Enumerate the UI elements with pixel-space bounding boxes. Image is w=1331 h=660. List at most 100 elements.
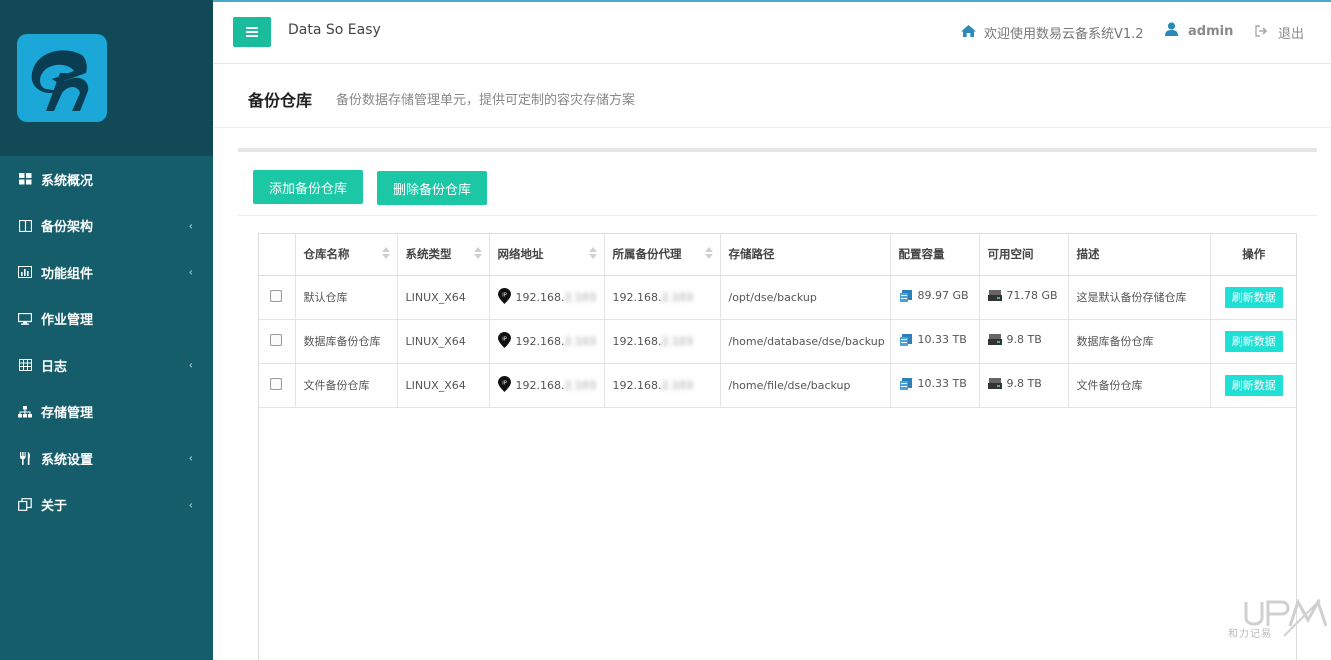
ip-pin-icon: IP [497, 375, 511, 395]
brand-name: Data So Easy [288, 22, 381, 38]
welcome-text: 欢迎使用数易云备系统V1.2 [984, 27, 1144, 42]
table-row[interactable]: 数据库备份仓库 LINUX_X64 IP 192.168. 2.103 192.16… [259, 319, 1297, 364]
watermark-text: 和力记易 [1228, 629, 1272, 640]
cell-os: LINUX_X64 [397, 363, 490, 408]
row-checkbox-cell [259, 319, 296, 364]
refresh-data-button[interactable]: 刷新数据 [1224, 286, 1283, 308]
header-name[interactable]: 仓库名称 [295, 234, 398, 276]
logo-glyph [31, 50, 89, 111]
cell-capacity: 89.97 GB [890, 275, 980, 320]
row-checkbox[interactable] [270, 289, 282, 302]
user-icon [1165, 22, 1178, 40]
utensils-icon [17, 451, 33, 465]
divider [238, 215, 1317, 216]
refresh-data-button[interactable]: 刷新数据 [1224, 374, 1283, 396]
delete-repository-button[interactable]: 删除备份仓库 [377, 171, 487, 205]
header-ip[interactable]: 网络地址 [489, 234, 605, 276]
sidebar-item-label: 功能组件 [41, 266, 94, 282]
welcome-message: 欢迎使用数易云备系统V1.2 [961, 23, 1144, 42]
username: admin [1188, 23, 1234, 39]
sidebar-item-jobs[interactable]: 作业管理 [0, 296, 213, 343]
cell-path: /opt/dse/backup [720, 275, 891, 320]
disk-drive-icon [987, 378, 1002, 389]
cell-capacity: 10.33 TB [890, 319, 980, 364]
cell-free: 71.78 GB [979, 275, 1069, 320]
table-row[interactable]: 文件备份仓库 LINUX_X64 IP 192.168. 2.103 192.168… [259, 363, 1297, 408]
cell-desc: 这是默认备份存储仓库 [1068, 275, 1211, 320]
cell-ip: IP 192.168. 2.103 [489, 319, 605, 364]
disk-drive-icon [987, 334, 1002, 345]
cell-capacity: 10.33 TB [890, 363, 980, 408]
chevron-left-icon: ‹ [188, 265, 193, 279]
bar-chart-icon [17, 265, 33, 279]
sidebar-item-label: 日志 [41, 359, 68, 375]
row-checkbox-cell [259, 275, 296, 320]
chevron-left-icon: ‹ [188, 219, 193, 233]
logo-area [0, 0, 213, 156]
sort-icon [589, 247, 597, 259]
header-capacity: 配置容量 [890, 234, 980, 276]
cell-proxy: 192.168.2.103 [604, 275, 721, 320]
cell-os: LINUX_X64 [397, 275, 490, 320]
header-path: 存储路径 [720, 234, 891, 276]
sort-icon [382, 247, 390, 259]
svg-text:IP: IP [502, 336, 507, 342]
table-row[interactable]: 默认仓库 LINUX_X64 IP 192.168. 2.103 192.168.2… [259, 275, 1297, 320]
chevron-left-icon: ‹ [188, 498, 193, 512]
cell-name: 文件备份仓库 [295, 363, 398, 408]
cell-desc: 数据库备份仓库 [1068, 319, 1211, 364]
repository-panel: 添加备份仓库 删除备份仓库 仓库名称 系统类型 网络地址 所属备份代理 存储路径… [238, 148, 1317, 660]
sidebar-item-storage[interactable]: 存储管理 [0, 389, 213, 436]
cell-name: 数据库备份仓库 [295, 319, 398, 364]
home-icon [961, 24, 976, 41]
add-repository-button[interactable]: 添加备份仓库 [253, 170, 363, 204]
sidebar-item-overview[interactable]: 系统概况 [0, 156, 213, 203]
page-title: 备份仓库 [248, 91, 313, 110]
cell-desc: 文件备份仓库 [1068, 363, 1211, 408]
sidebar-item-backup-arch[interactable]: 备份架构 ‹ [0, 203, 213, 250]
sidebar-menu: 系统概况 备份架构 ‹ 功能组件 ‹ 作业管理 日志 ‹ 存储管理 系统设置 ‹… [0, 156, 213, 528]
cell-path: /home/database/dse/backup [720, 319, 891, 364]
storage-server-icon [899, 377, 912, 390]
page-header: 备份仓库 备份数据存储管理单元，提供可定制的容灾存储方案 [213, 64, 1331, 128]
disk-drive-icon [987, 290, 1002, 301]
sitemap-icon [17, 405, 33, 419]
header-proxy[interactable]: 所属备份代理 [604, 234, 721, 276]
cell-proxy: 192.168.2.103 [604, 363, 721, 408]
topbar: Data So Easy 欢迎使用数易云备系统V1.2 admin 退出 [213, 0, 1331, 64]
page-subtitle: 备份数据存储管理单元，提供可定制的容灾存储方案 [336, 93, 636, 108]
user-menu[interactable]: admin [1165, 22, 1233, 40]
sidebar-item-label: 存储管理 [41, 406, 94, 422]
refresh-data-button[interactable]: 刷新数据 [1224, 330, 1283, 352]
header-free: 可用空间 [979, 234, 1069, 276]
logout-link[interactable]: 退出 [1255, 23, 1304, 42]
cell-actions: 刷新数据 [1210, 275, 1297, 320]
cell-name: 默认仓库 [295, 275, 398, 320]
sidebar-item-components[interactable]: 功能组件 ‹ [0, 249, 213, 296]
sidebar-toggle-button[interactable] [233, 17, 271, 47]
header-actions: 操作 [1210, 234, 1297, 276]
copy-icon [17, 498, 33, 512]
row-checkbox[interactable] [270, 377, 282, 390]
columns-icon [17, 219, 33, 233]
header-os[interactable]: 系统类型 [397, 234, 490, 276]
ip-pin-icon: IP [497, 287, 511, 307]
sidebar-item-settings[interactable]: 系统设置 ‹ [0, 435, 213, 482]
cell-ip: IP 192.168. 2.103 [489, 363, 605, 408]
chevron-left-icon: ‹ [188, 451, 193, 465]
sort-icon [705, 247, 713, 259]
table-icon [17, 358, 33, 372]
table-header-row: 仓库名称 系统类型 网络地址 所属备份代理 存储路径 配置容量 可用空间 描述 … [259, 234, 1297, 276]
sidebar-item-label: 系统概况 [41, 173, 94, 189]
svg-text:IP: IP [502, 292, 507, 298]
hamburger-icon [246, 27, 258, 37]
app-logo[interactable] [17, 34, 107, 122]
row-checkbox[interactable] [270, 333, 282, 346]
sidebar-item-about[interactable]: 关于 ‹ [0, 482, 213, 529]
cell-path: /home/file/dse/backup [720, 363, 891, 408]
cell-proxy: 192.168.2.103 [604, 319, 721, 364]
sidebar-item-logs[interactable]: 日志 ‹ [0, 342, 213, 389]
cell-free: 9.8 TB [979, 363, 1069, 408]
cell-os: LINUX_X64 [397, 319, 490, 364]
row-checkbox-cell [259, 363, 296, 408]
